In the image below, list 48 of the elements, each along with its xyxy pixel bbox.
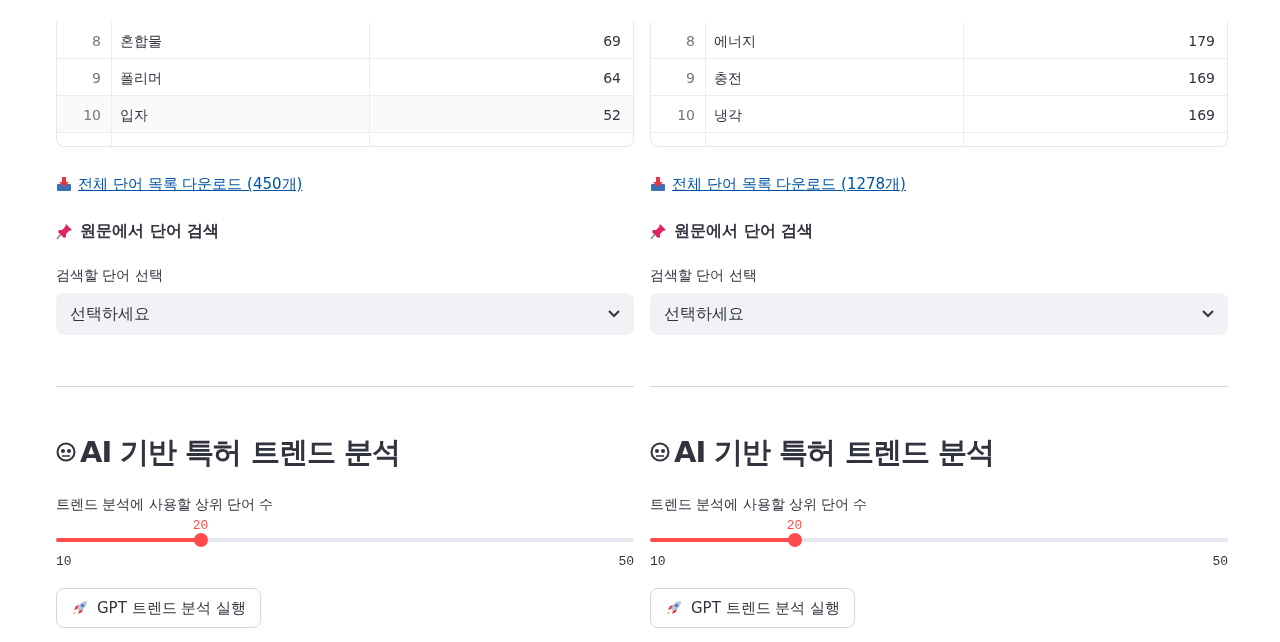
section-heading: 원문에서 단어 검색 <box>80 220 220 243</box>
section-heading: 원문에서 단어 검색 <box>674 220 814 243</box>
page-heading: AI 기반 특허 트렌드 분석 <box>674 433 994 471</box>
table-cell: 에너지 <box>706 22 964 58</box>
table-cell: 냉각 <box>706 96 964 132</box>
row-index: 10 <box>651 96 706 132</box>
pushpin-icon <box>650 222 668 241</box>
slider-max: 50 <box>1212 553 1228 572</box>
slider-handle[interactable] <box>787 533 802 548</box>
slider-value: 20 <box>786 517 803 536</box>
chevron-down-icon <box>608 309 620 318</box>
robot-face-icon <box>56 442 76 463</box>
row-index: 8 <box>57 22 112 58</box>
select-field[interactable]: 선택하세요 <box>56 292 634 335</box>
table-cell-text: 64 <box>602 69 622 88</box>
table-cell: 입자 <box>112 96 370 132</box>
run-button[interactable]: GPT 트렌드 분석 실행 <box>650 587 856 629</box>
run-button[interactable]: GPT 트렌드 분석 실행 <box>56 587 262 629</box>
row-index: 9 <box>57 59 112 95</box>
table-cell: 충전 <box>706 59 964 95</box>
slider-min: 10 <box>650 553 666 572</box>
slider-min: 10 <box>56 553 72 572</box>
pushpin-icon <box>56 222 74 241</box>
row-index: 9 <box>651 59 706 95</box>
row-index: 10 <box>57 96 112 132</box>
robot-face-icon <box>650 442 670 463</box>
field-label: 검색할 단어 선택 <box>650 266 758 286</box>
table-cell-text: 169 <box>1187 69 1216 88</box>
inbox-icon <box>56 176 72 193</box>
rocket-icon <box>665 599 683 617</box>
slider-label: 트렌드 분석에 사용할 상위 단어 수 <box>650 495 869 514</box>
table-cell: 혼합물 <box>112 22 370 58</box>
slider-handle[interactable] <box>193 533 208 548</box>
field-label: 검색할 단어 선택 <box>56 266 164 286</box>
slider-label: 트렌드 분석에 사용할 상위 단어 수 <box>56 495 275 514</box>
inbox-icon <box>650 176 666 193</box>
table-cell-text: 179 <box>1187 32 1216 51</box>
chevron-down-icon <box>1202 309 1214 318</box>
row-index: 8 <box>651 22 706 58</box>
page-heading: AI 기반 특허 트렌드 분석 <box>80 433 400 471</box>
rocket-icon <box>71 599 89 617</box>
select-field[interactable]: 선택하세요 <box>650 292 1228 335</box>
table-cell-text: 169 <box>1187 106 1216 125</box>
table-cell: 폴리머 <box>112 59 370 95</box>
table-cell-text: 52 <box>602 106 622 125</box>
table-cell-text: 69 <box>602 32 622 51</box>
slider-value: 20 <box>192 517 209 536</box>
slider-max: 50 <box>618 553 634 572</box>
